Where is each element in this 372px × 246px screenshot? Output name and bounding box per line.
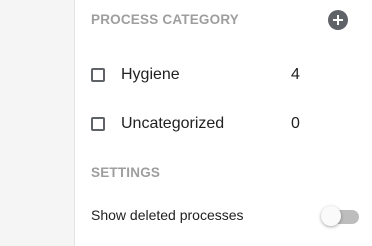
category-count: 4: [291, 66, 300, 83]
left-panel-gutter: [0, 0, 75, 246]
category-item-uncategorized[interactable]: Uncategorized 0: [91, 112, 311, 136]
toggle-thumb: [321, 206, 341, 226]
category-label: Uncategorized: [121, 115, 225, 132]
settings-header: SETTINGS: [91, 165, 161, 180]
category-item-hygiene[interactable]: Hygiene 4: [91, 63, 311, 87]
category-checkbox[interactable]: [91, 117, 105, 131]
show-deleted-label: Show deleted processes: [91, 207, 244, 223]
plus-circle-icon[interactable]: [328, 10, 348, 30]
category-checkbox[interactable]: [91, 68, 105, 82]
category-label: Hygiene: [121, 66, 180, 83]
process-category-header: PROCESS CATEGORY: [91, 12, 239, 27]
category-count: 0: [291, 115, 300, 132]
show-deleted-toggle[interactable]: [321, 206, 361, 226]
